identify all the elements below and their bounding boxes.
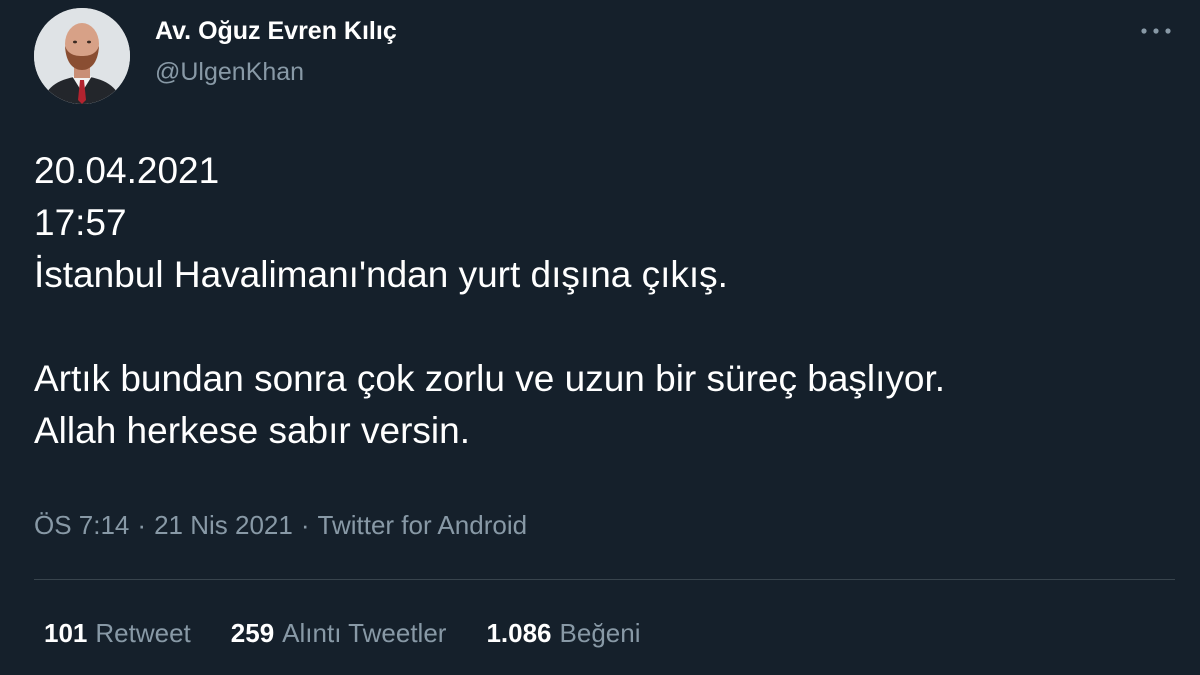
profile-photo	[34, 8, 130, 104]
tweet-line: 20.04.2021	[34, 150, 220, 191]
tweet-line: Allah herkese sabır versin.	[34, 410, 470, 451]
like-number: 1.086	[486, 618, 552, 648]
quote-number: 259	[230, 618, 275, 648]
tweet-source[interactable]: Twitter for Android	[318, 510, 528, 540]
tweet-card: Av. Oğuz Evren Kılıç @UlgenKhan 20.04.20…	[0, 0, 1200, 675]
meta-separator: ·	[300, 510, 310, 540]
author-display-name[interactable]: Av. Oğuz Evren Kılıç	[155, 17, 397, 46]
tweet-line: Artık bundan sonra çok zorlu ve uzun bir…	[34, 358, 946, 399]
tweet-metadata: ÖS 7:14 · 21 Nis 2021 · Twitter for Android	[34, 510, 527, 541]
like-label: Beğeni	[559, 618, 641, 648]
tweet-line: İstanbul Havalimanı'ndan yurt dışına çık…	[34, 254, 728, 295]
avatar[interactable]	[34, 8, 130, 104]
tweet-text: 20.04.2021 17:57 İstanbul Havalimanı'nda…	[34, 145, 1174, 457]
retweet-label: Retweet	[95, 618, 191, 648]
more-horizontal-icon[interactable]	[1138, 18, 1174, 44]
tweet-time[interactable]: ÖS 7:14	[34, 510, 129, 540]
quote-label: Alıntı Tweetler	[282, 618, 447, 648]
tweet-date[interactable]: 21 Nis 2021	[154, 510, 293, 540]
tweet-line: 17:57	[34, 202, 127, 243]
meta-separator: ·	[137, 510, 147, 540]
divider	[34, 579, 1175, 580]
retweet-number: 101	[44, 618, 88, 648]
retweet-count[interactable]: 101 Retweet	[44, 618, 191, 649]
tweet-stats: 101 Retweet 259 Alıntı Tweetler 1.086 Beğen…	[44, 618, 640, 649]
author-handle[interactable]: @UlgenKhan	[155, 58, 304, 87]
like-count[interactable]: 1.086 Beğeni	[486, 618, 640, 649]
quote-tweet-count[interactable]: 259 Alıntı Tweetler	[231, 618, 447, 649]
